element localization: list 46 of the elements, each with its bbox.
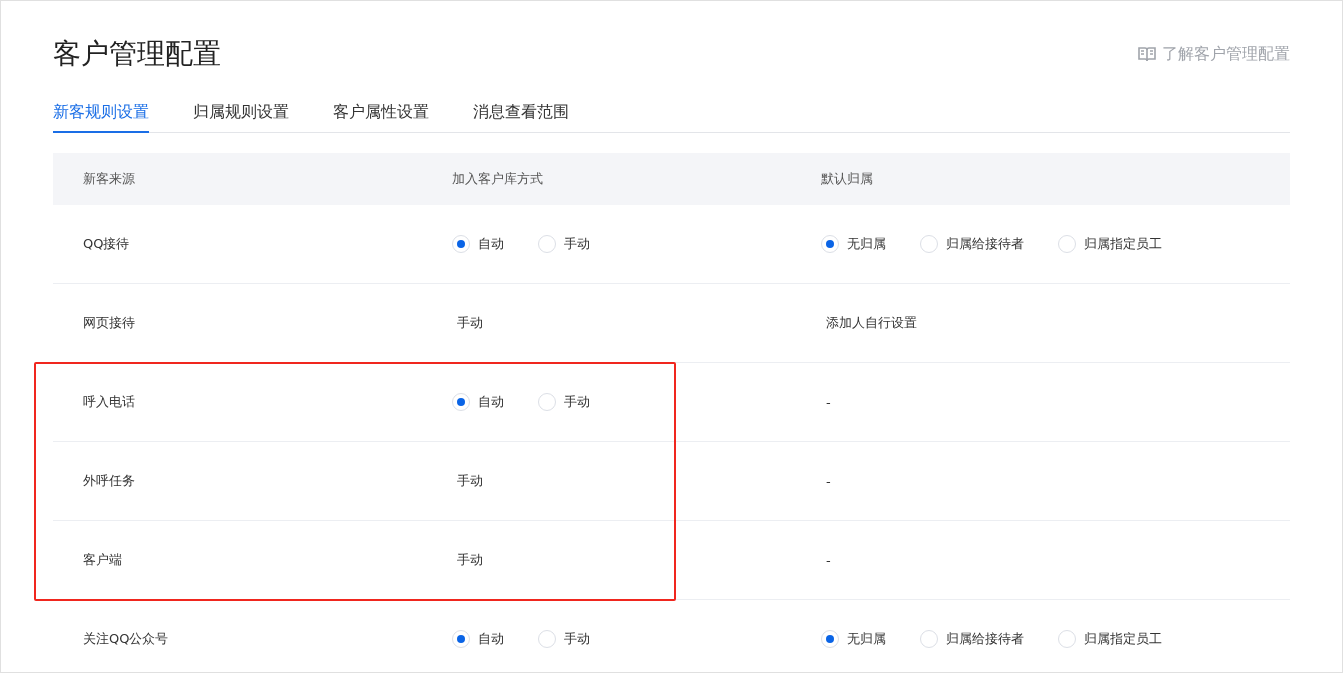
radio-button[interactable] (538, 630, 556, 648)
radio-option[interactable]: 归属指定员工 (1058, 235, 1162, 253)
radio-option[interactable]: 自动 (452, 630, 504, 648)
radio-option[interactable]: 无归属 (821, 630, 886, 648)
page-title: 客户管理配置 (53, 36, 221, 72)
source-cell: QQ接待 (83, 236, 130, 251)
radio-option[interactable]: 归属给接待者 (920, 235, 1024, 253)
radio-option[interactable]: 归属给接待者 (920, 630, 1024, 648)
table-cell-text: 手动 (456, 314, 483, 332)
table-cell-text: - (825, 394, 831, 410)
source-cell: 外呼任务 (83, 473, 135, 488)
radio-option[interactable]: 归属指定员工 (1058, 630, 1162, 648)
source-cell: 客户端 (83, 552, 122, 567)
radio-button[interactable] (452, 393, 470, 411)
radio-option[interactable]: 手动 (538, 235, 590, 253)
table-cell-text: - (825, 552, 831, 568)
radio-option[interactable]: 手动 (538, 393, 590, 411)
tab[interactable]: 归属规则设置 (193, 102, 289, 133)
radio-button[interactable] (821, 235, 839, 253)
book-icon (1138, 46, 1156, 62)
table-cell-text: - (825, 473, 831, 489)
source-cell: 网页接待 (83, 315, 135, 330)
tab[interactable]: 消息查看范围 (473, 102, 569, 133)
radio-button[interactable] (1058, 630, 1076, 648)
source-cell: 关注QQ公众号 (83, 631, 169, 646)
radio-option[interactable]: 自动 (452, 393, 504, 411)
radio-button[interactable] (538, 393, 556, 411)
radio-button[interactable] (920, 235, 938, 253)
tab[interactable]: 新客规则设置 (53, 102, 149, 133)
source-cell: 呼入电话 (83, 394, 135, 409)
radio-button[interactable] (538, 235, 556, 253)
column-header: 加入客户库方式 (452, 171, 543, 186)
radio-button[interactable] (920, 630, 938, 648)
radio-button[interactable] (452, 235, 470, 253)
column-header: 新客来源 (83, 171, 135, 186)
radio-button[interactable] (452, 630, 470, 648)
tab[interactable]: 客户属性设置 (333, 102, 429, 133)
radio-option[interactable]: 手动 (538, 630, 590, 648)
table-cell-text: 手动 (456, 551, 483, 569)
radio-button[interactable] (821, 630, 839, 648)
radio-option[interactable]: 自动 (452, 235, 504, 253)
table-cell-text: 手动 (456, 472, 483, 490)
column-header: 默认归属 (821, 171, 873, 186)
radio-button[interactable] (1058, 235, 1076, 253)
radio-option[interactable]: 无归属 (821, 235, 886, 253)
table-cell-text: 添加人自行设置 (825, 314, 917, 332)
